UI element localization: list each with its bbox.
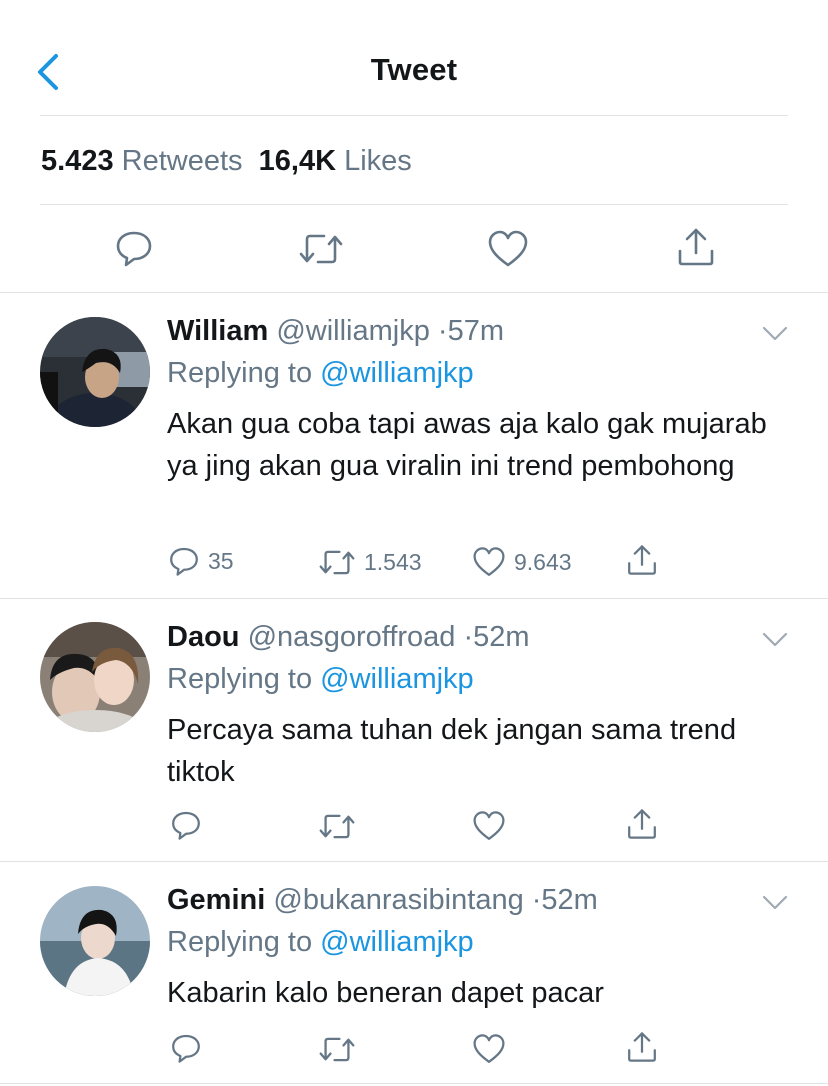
reply-button[interactable]: [170, 1032, 202, 1064]
replying-to: Replying to @williamjkp: [167, 663, 474, 696]
retweet-icon: [299, 234, 343, 264]
tweet-options-button[interactable]: [762, 631, 788, 649]
reply-tweet[interactable]: William @williamjkp ·57m Replying to @wi…: [0, 293, 828, 598]
retweet-button[interactable]: 1.543: [318, 547, 422, 578]
tweet-time: ·52m: [531, 884, 598, 916]
like-icon: [473, 1034, 505, 1063]
user-handle[interactable]: @bukanrasibintang: [273, 884, 523, 916]
user-display-name[interactable]: William: [167, 315, 268, 347]
retweets-count: 5.423: [41, 145, 114, 177]
user-handle[interactable]: @nasgoroffroad: [248, 621, 456, 653]
reply-header: William @williamjkp ·57m: [167, 315, 504, 348]
retweet-button[interactable]: [318, 1034, 356, 1065]
reply-divider: [0, 1083, 828, 1084]
top-nav-bar: Tweet: [0, 0, 828, 116]
tweet-options-button[interactable]: [762, 894, 788, 912]
share-icon: [678, 228, 714, 266]
share-icon: [628, 809, 656, 839]
replying-label: Replying to: [167, 663, 313, 695]
retweet-icon: [319, 814, 355, 839]
like-button[interactable]: [487, 229, 529, 269]
share-button[interactable]: [626, 543, 658, 577]
reply-tweet[interactable]: Daou @nasgoroffroad ·52m Replying to @wi…: [0, 599, 828, 861]
reply-header: Daou @nasgoroffroad ·52m: [167, 621, 530, 654]
caret-down-icon: [762, 326, 788, 341]
like-button[interactable]: [472, 810, 506, 842]
user-display-name[interactable]: Gemini: [167, 884, 265, 916]
reply-icon: [170, 547, 198, 576]
page-title: Tweet: [370, 52, 458, 87]
likes-label: Likes: [344, 145, 412, 177]
retweets-stat[interactable]: 5.423 Retweets: [41, 145, 243, 177]
likes-stat[interactable]: 16,4K Likes: [259, 145, 412, 177]
caret-down-icon: [762, 895, 788, 910]
reply-button[interactable]: [170, 809, 202, 841]
share-icon: [628, 545, 656, 575]
caret-down-icon: [762, 632, 788, 647]
tweet-options-button[interactable]: [762, 325, 788, 343]
mention-link[interactable]: @williamjkp: [320, 926, 474, 958]
tweet-stats: 5.423 Retweets 16,4K Likes: [41, 145, 412, 178]
replying-to: Replying to @williamjkp: [167, 926, 474, 959]
replying-to: Replying to @williamjkp: [167, 357, 474, 390]
avatar[interactable]: [40, 886, 150, 996]
reply-button[interactable]: [114, 228, 154, 268]
reply-count: 35: [208, 547, 234, 574]
tweet-text: Percaya sama tuhan dek jangan sama trend…: [167, 714, 737, 788]
reply-button[interactable]: 35: [168, 545, 234, 577]
mention-link[interactable]: @williamjkp: [320, 357, 474, 389]
share-button[interactable]: [626, 1030, 658, 1064]
like-icon: [473, 547, 505, 576]
retweet-button[interactable]: [318, 811, 356, 842]
likes-count: 16,4K: [258, 145, 337, 177]
tweet-text: Akan gua coba tapi awas aja kalo gak muj…: [167, 408, 767, 482]
mention-link[interactable]: @williamjkp: [320, 663, 474, 695]
like-icon: [473, 811, 505, 840]
replying-label: Replying to: [167, 357, 313, 389]
like-button[interactable]: [472, 1033, 506, 1065]
like-button[interactable]: 9.643: [472, 546, 572, 578]
header-divider: [40, 115, 788, 116]
reply-icon: [172, 1034, 200, 1063]
tweet-action-bar: [0, 222, 828, 274]
tweet-time: ·52m: [463, 621, 530, 653]
reply-header: Gemini @bukanrasibintang ·52m: [167, 884, 598, 917]
retweet-count: 1.543: [364, 549, 422, 575]
tweet-text: Kabarin kalo beneran dapet pacar: [167, 977, 604, 1009]
user-display-name[interactable]: Daou: [167, 621, 240, 653]
user-handle[interactable]: @williamjkp: [276, 315, 430, 347]
share-icon: [628, 1032, 656, 1062]
share-button[interactable]: [676, 226, 716, 268]
replying-label: Replying to: [167, 926, 313, 958]
like-icon: [488, 230, 528, 267]
stats-divider: [40, 204, 788, 205]
avatar[interactable]: [40, 622, 150, 732]
retweets-label: Retweets: [121, 145, 243, 177]
share-button[interactable]: [626, 807, 658, 841]
retweet-icon: [319, 1037, 355, 1062]
reply-icon: [116, 231, 152, 267]
reply-tweet[interactable]: Gemini @bukanrasibintang ·52m Replying t…: [0, 862, 828, 1084]
avatar[interactable]: [40, 317, 150, 427]
like-count: 9.643: [514, 548, 572, 575]
retweet-button[interactable]: [298, 230, 344, 268]
reply-icon: [172, 811, 200, 840]
retweet-icon: [319, 550, 355, 575]
tweet-time: ·57m: [437, 315, 504, 347]
